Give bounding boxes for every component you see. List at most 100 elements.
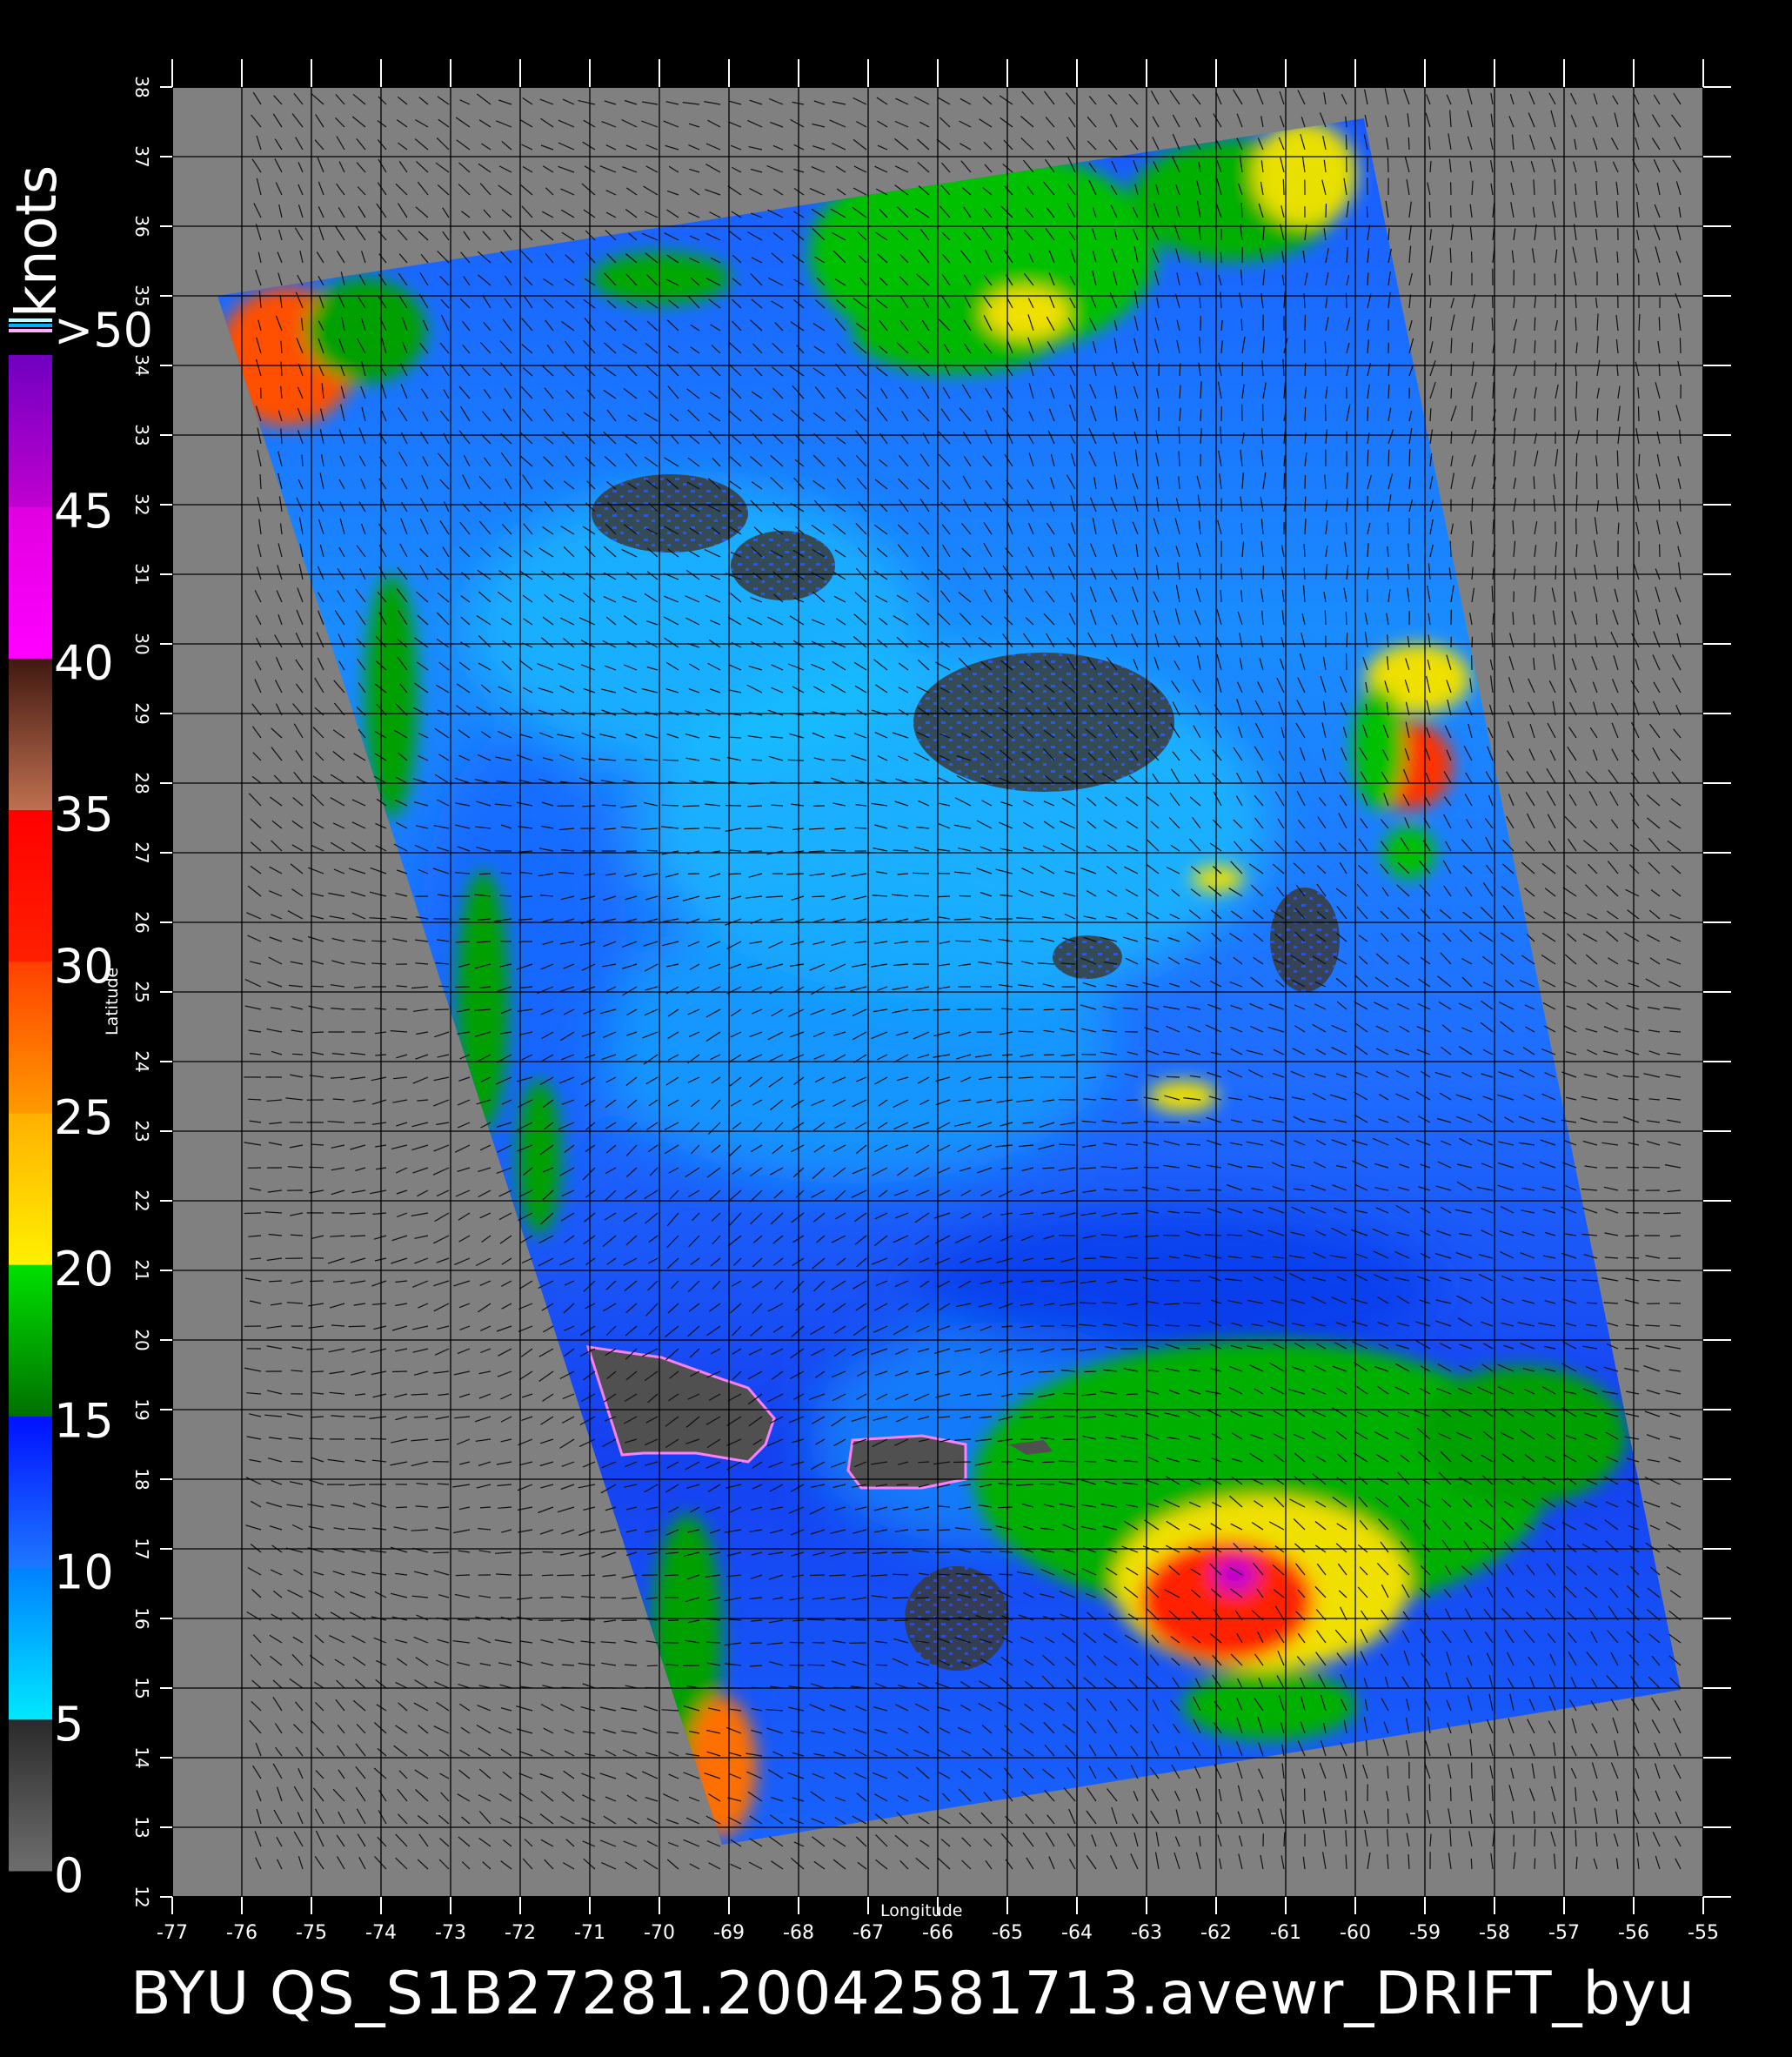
wind-vector [1367,450,1368,466]
wind-vector [1576,472,1577,489]
figure-canvas: -77-76-75-74-73-72-71-70-69-68-67-66-65-… [0,0,1792,2054]
wind-vector [392,1371,407,1372]
wind-vector [893,1574,908,1575]
wind-vector [500,895,512,896]
wind-vector [1084,1371,1096,1372]
wind-vector [810,1575,825,1576]
wind-vector [1325,359,1326,376]
wind-vector [292,1054,303,1055]
wind-vector [1242,362,1243,376]
wind-vector [1263,404,1264,421]
wind-vector [438,986,449,987]
wind-vector [1042,1462,1054,1463]
wind-vector [1472,343,1473,353]
wind-vector [1241,203,1242,218]
wind-vector [1284,473,1285,490]
wind-vector [1409,449,1410,466]
wind-vector [1346,293,1347,309]
wind-vector [938,896,950,897]
wind-vector [790,1642,804,1643]
wind-vector [1451,432,1452,444]
wind-vector [1492,318,1493,331]
wind-vector [1388,450,1389,466]
wind-vector [1575,365,1576,376]
wind-vector [1346,523,1347,535]
wind-vector [1305,497,1306,512]
wind-vector [647,1665,658,1666]
wind-vector [1164,1122,1180,1123]
wind-vector [291,1461,303,1462]
wind-vector [953,1462,971,1463]
wind-vector [662,805,679,806]
wind-vector [749,851,762,852]
wind-vector [1472,637,1473,647]
wind-vector [248,1099,261,1100]
wind-vector [435,1009,449,1010]
scatterometer-wind-figure: -77-76-75-74-73-72-71-70-69-68-67-66-65-… [0,0,1792,2054]
wind-vector [349,1326,365,1327]
wind-vector [1555,566,1556,580]
wind-vector [244,1213,261,1214]
wind-vector [1127,1100,1138,1101]
wind-vector [897,1484,908,1485]
wind-vector [1367,273,1368,286]
wind-vector [1450,248,1451,263]
wind-vector [1576,453,1577,466]
wind-vector [1041,1281,1054,1282]
wind-vector [1200,409,1201,421]
wind-vector [1346,612,1347,625]
wind-vector [892,1552,908,1553]
wind-vector [725,806,741,807]
wind-vector [543,1552,553,1553]
wind-vector [980,1529,992,1530]
wind-vector [894,1620,908,1621]
wind-vector [396,1507,407,1508]
wind-vector [311,1371,324,1372]
wind-vector [1305,315,1306,331]
wind-vector [1387,523,1388,534]
wind-vector [1643,1167,1661,1168]
wind-vector [312,1032,324,1033]
wind-vector [1492,586,1493,602]
wind-vector [1367,407,1368,421]
wind-vector [456,1575,470,1576]
wind-vector [1597,473,1598,489]
wind-vector [557,1575,574,1576]
wind-vector [1189,1281,1200,1282]
wind-vector [665,1575,679,1576]
wind-vector [1325,610,1326,625]
wind-vector [918,1462,929,1463]
wind-vector [1627,1257,1639,1258]
wind-vector [980,1551,992,1552]
wind-vector [1063,1416,1075,1417]
wind-vector [1220,590,1221,602]
wind-vector [371,1438,386,1439]
wind-vector [455,987,470,988]
wind-vector [706,1642,720,1643]
wind-vector [1346,135,1347,150]
wind-vector [1084,1258,1096,1259]
wind-vector [1617,273,1618,285]
wind-vector [1063,1393,1075,1394]
wind-vector [684,828,699,829]
wind-vector [750,1643,762,1644]
wind-vector [1555,363,1556,376]
wind-vector [1451,388,1452,399]
wind-vector [542,1575,553,1576]
wind-vector [998,1507,1013,1508]
wind-vector [433,1552,449,1553]
wind-vector [1044,1009,1054,1010]
wind-vector [1325,342,1326,354]
wind-vector [1680,338,1681,353]
wind-vector [1576,381,1577,399]
wind-vector [1617,451,1618,466]
wind-vector [1042,1168,1054,1169]
wind-vector [1305,407,1306,421]
wind-vector [917,1530,929,1531]
wind-vector [1305,475,1306,489]
wind-vector [1220,252,1221,263]
wind-vector [1167,1076,1180,1077]
wind-vector [748,806,763,807]
wind-vector [1060,1009,1075,1010]
wind-vector [855,827,866,828]
